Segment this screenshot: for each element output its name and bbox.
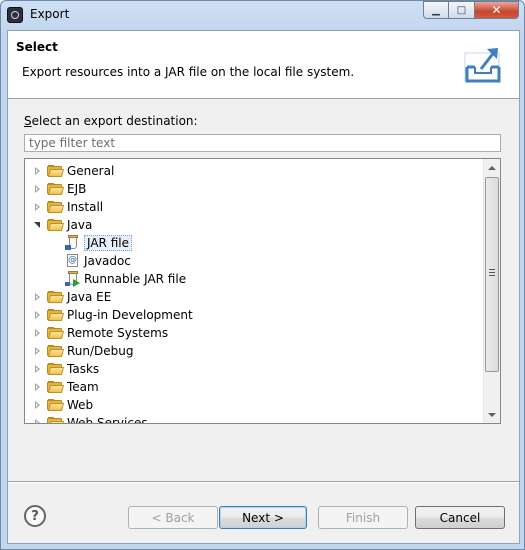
tree-item-label: Javadoc [84,254,131,268]
expand-icon[interactable] [33,360,43,378]
expand-icon[interactable] [33,180,43,198]
folder-icon [47,381,65,393]
dialog-body: Select Export resources into a JAR file … [7,30,520,544]
tree-item-label: Plug-in Development [67,308,193,322]
page-title: Select [16,40,58,54]
expand-icon[interactable] [33,198,43,216]
page-description: Export resources into a JAR file on the … [22,65,355,79]
folder-icon [47,309,65,321]
expand-icon[interactable] [33,414,43,423]
destination-tree[interactable]: General EJB Install Java JAR file @ Javadoc Run… [24,158,501,424]
close-button[interactable]: ✕ [475,1,519,19]
folder-icon [47,363,65,375]
tree-item-label: General [67,164,115,178]
tree-item-label: Java [67,218,93,232]
minimize-button[interactable]: ▁ [423,1,449,19]
tree-item-web-services[interactable]: Web Services [25,414,484,423]
tree-item-team[interactable]: Team [25,378,484,396]
tree-item-label: Remote Systems [67,326,169,340]
tree-item-label: Web Services [67,416,148,423]
back-button[interactable]: < Back [128,506,218,529]
tree-item-label: EJB [67,182,87,196]
tree-item-install[interactable]: Install [25,198,484,216]
scroll-up-button[interactable] [484,159,500,176]
tree-item-tasks[interactable]: Tasks [25,360,484,378]
expand-icon[interactable] [33,378,43,396]
tree-item-label: JAR file [84,235,132,251]
maximize-button[interactable]: □ [449,1,475,19]
folder-icon [47,201,65,213]
folder-icon [47,291,65,303]
wizard-banner: Select Export resources into a JAR file … [8,31,519,99]
export-icon [464,48,501,83]
javadoc-icon: @ [67,254,78,267]
folder-icon [47,219,65,231]
tree-item-label: Runnable JAR file [84,272,187,286]
expand-icon[interactable] [33,324,43,342]
expand-icon[interactable] [33,306,43,324]
folder-icon [47,165,65,177]
tree-item-label: Install [67,200,104,214]
expand-icon[interactable] [33,396,43,414]
eclipse-icon [7,7,23,23]
folder-icon [47,399,65,411]
cancel-button[interactable]: Cancel [415,506,505,529]
tree-item-javadoc[interactable]: @ Javadoc [25,252,484,270]
tree-item-remote-systems[interactable]: Remote Systems [25,324,484,342]
tree-item-label: Team [67,380,99,394]
tree-item-runnable-jar-file[interactable]: Runnable JAR file [25,270,484,288]
folder-icon [47,327,65,339]
next-button[interactable]: Next > [219,506,307,529]
tree-item-general[interactable]: General [25,162,484,180]
filter-input[interactable] [24,134,501,152]
grip-icon [489,269,495,276]
scroll-thumb[interactable] [485,177,499,372]
tree-viewport: General EJB Install Java JAR file @ Javadoc Run… [25,159,484,423]
tree-item-label: Web [67,398,94,412]
folder-icon [47,183,65,195]
tree-item-label: Tasks [67,362,100,376]
destination-label: Select an export destination: [24,114,198,128]
expand-icon[interactable] [33,288,43,306]
window-controls: ▁ □ ✕ [423,1,519,19]
tree-item-run-debug[interactable]: Run/Debug [25,342,484,360]
runnable-jar-icon [65,271,81,287]
expand-icon[interactable] [33,342,43,360]
tree-item-ejb[interactable]: EJB [25,180,484,198]
tree-item-web[interactable]: Web [25,396,484,414]
button-separator [8,481,519,483]
finish-button[interactable]: Finish [318,506,408,529]
tree-item-java[interactable]: Java [25,216,484,234]
scroll-down-button[interactable] [484,406,500,423]
tree-item-plug-in-development[interactable]: Plug-in Development [25,306,484,324]
tree-item-jar-file[interactable]: JAR file [25,234,484,252]
tree-item-label: Java EE [67,290,112,304]
tree-item-label: Run/Debug [67,344,134,358]
help-button[interactable]: ? [24,505,46,527]
tree-scrollbar[interactable] [483,159,500,423]
jar-icon [65,235,81,251]
title-bar[interactable]: Export ▁ □ ✕ [0,0,525,30]
collapse-icon[interactable] [33,216,43,234]
folder-icon [47,345,65,357]
window-title: Export [30,7,70,21]
tree-item-java-ee[interactable]: Java EE [25,288,484,306]
folder-icon [47,417,65,423]
expand-icon[interactable] [33,162,43,180]
